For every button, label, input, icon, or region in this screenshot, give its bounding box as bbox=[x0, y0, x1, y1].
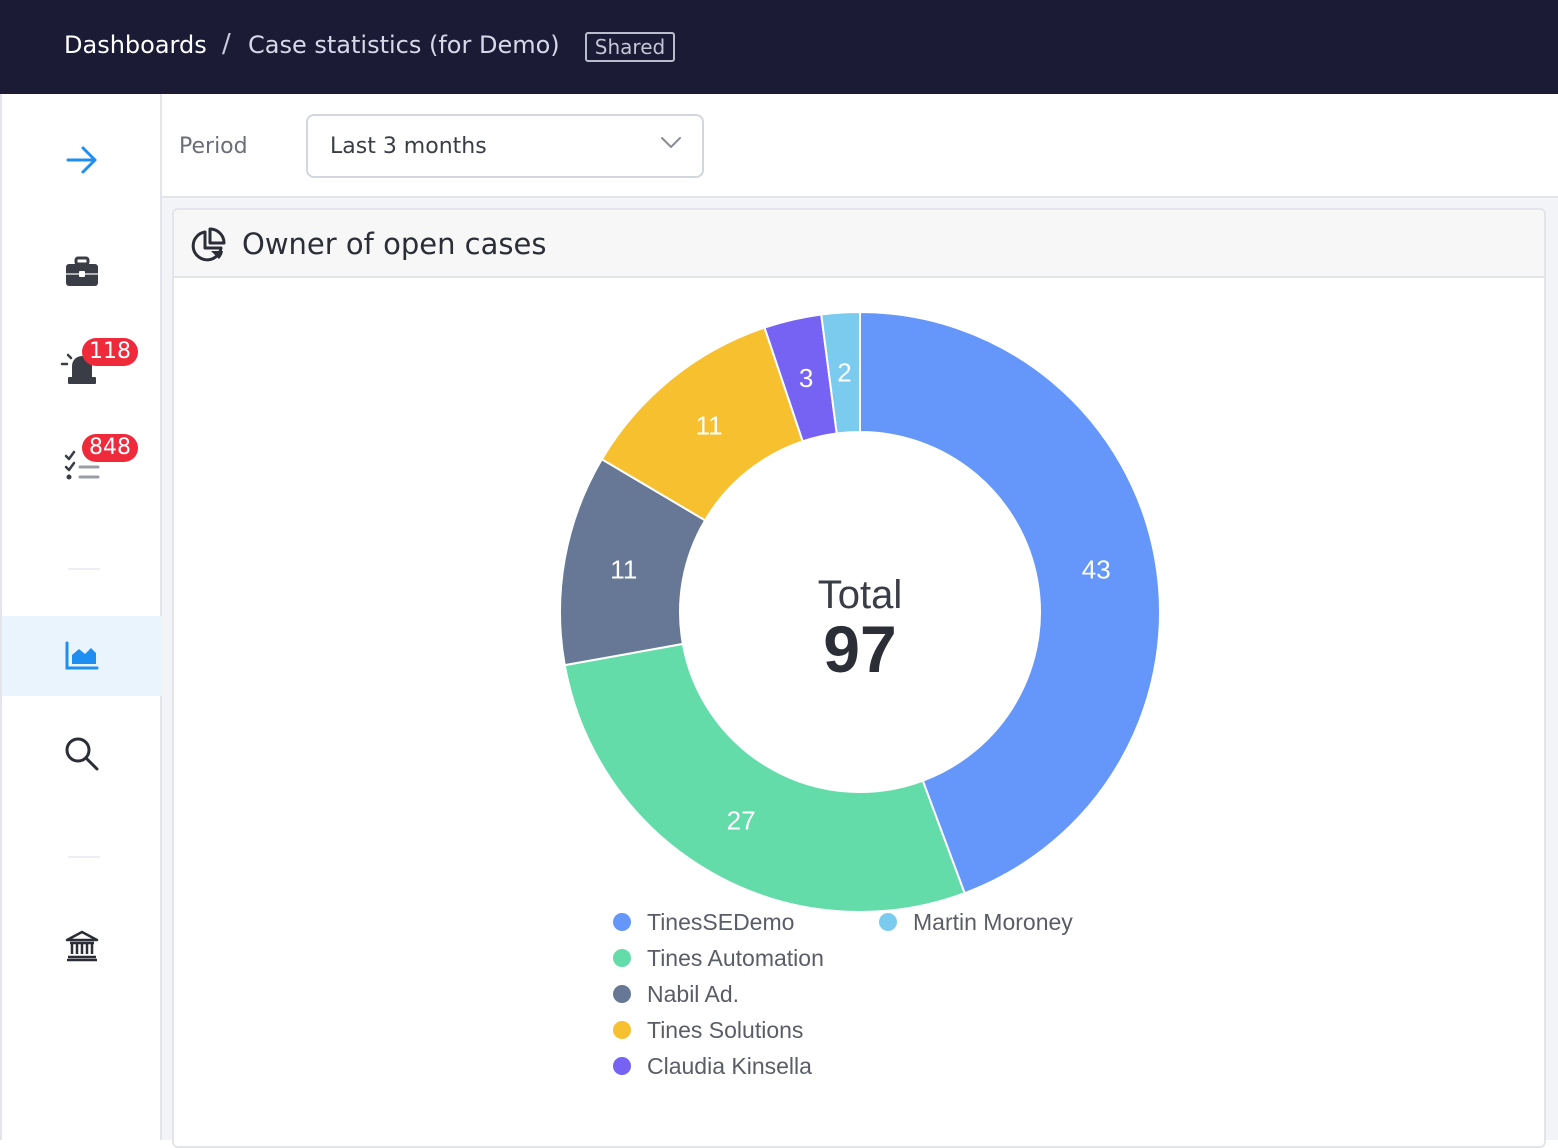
sidebar: 118 848 bbox=[0, 94, 162, 1140]
donut-slice-label: 11 bbox=[610, 554, 637, 584]
area-chart-icon bbox=[65, 641, 99, 670]
sidebar-item-tasks[interactable] bbox=[2, 424, 162, 504]
period-select-value: Last 3 months bbox=[330, 134, 487, 159]
sidebar-item-admin[interactable] bbox=[2, 906, 162, 986]
sidebar-divider bbox=[68, 856, 100, 858]
donut-slice-label: 11 bbox=[696, 410, 723, 440]
period-select[interactable]: Last 3 months bbox=[306, 114, 704, 178]
donut-slice-label: 27 bbox=[727, 805, 756, 835]
sidebar-item-cases[interactable] bbox=[2, 232, 162, 312]
legend-label[interactable]: Claudia Kinsella bbox=[647, 1053, 812, 1079]
search-icon bbox=[65, 737, 99, 771]
alerts-count-badge: 118 bbox=[82, 338, 138, 366]
donut-slice-label: 3 bbox=[799, 363, 813, 393]
legend-swatch[interactable] bbox=[613, 1057, 631, 1075]
bank-icon bbox=[65, 930, 99, 962]
arrow-right-icon bbox=[66, 146, 97, 174]
breadcrumb-dashboards[interactable]: Dashboards bbox=[64, 31, 207, 59]
donut-slice-label: 2 bbox=[837, 358, 851, 388]
donut-center-label: Total bbox=[818, 573, 903, 617]
breadcrumb-separator: / bbox=[222, 29, 231, 59]
legend-label[interactable]: TinesSEDemo bbox=[647, 909, 794, 935]
dashboard-content: Owner of open cases 43 27 11 11 3 2 Total 97 Tin… bbox=[162, 198, 1558, 1148]
sidebar-item-dashboards[interactable] bbox=[2, 616, 162, 696]
legend-label[interactable]: Martin Moroney bbox=[913, 909, 1073, 935]
sidebar-item-search[interactable] bbox=[2, 714, 162, 794]
donut-chart: 43 27 11 11 3 2 Total97 TinesSEDemo Tines Automa… bbox=[559, 310, 1161, 1079]
legend-swatch[interactable] bbox=[613, 1021, 631, 1039]
donut-slice-1[interactable] bbox=[563, 642, 966, 913]
sidebar-item-alerts[interactable] bbox=[2, 328, 162, 408]
top-bar: Dashboards / Case statistics (for Demo) … bbox=[0, 0, 1558, 94]
donut-slice-label: 43 bbox=[1082, 554, 1111, 584]
legend-swatch[interactable] bbox=[613, 985, 631, 1003]
legend-swatch[interactable] bbox=[613, 949, 631, 967]
legend-swatch[interactable] bbox=[879, 913, 897, 931]
chevron-down-icon bbox=[661, 137, 681, 148]
sidebar-divider bbox=[68, 568, 100, 570]
period-label: Period bbox=[179, 134, 248, 159]
tasks-count-badge: 848 bbox=[82, 434, 138, 462]
legend-label[interactable]: Tines Solutions bbox=[647, 1017, 803, 1043]
donut-center-value: 97 bbox=[823, 612, 896, 686]
legend-label[interactable]: Tines Automation bbox=[647, 945, 824, 971]
briefcase-icon bbox=[66, 256, 98, 286]
page-title: Case statistics (for Demo) bbox=[248, 31, 560, 59]
chart-card: Owner of open cases 43 27 11 11 3 2 Total 97 Tin… bbox=[172, 208, 1546, 1148]
legend-label[interactable]: Nabil Ad. bbox=[647, 981, 739, 1007]
shared-badge: Shared bbox=[585, 32, 675, 62]
filter-bar: Period Last 3 months bbox=[162, 94, 1558, 198]
legend-swatch[interactable] bbox=[613, 913, 631, 931]
sidebar-expand-button[interactable] bbox=[2, 120, 162, 200]
